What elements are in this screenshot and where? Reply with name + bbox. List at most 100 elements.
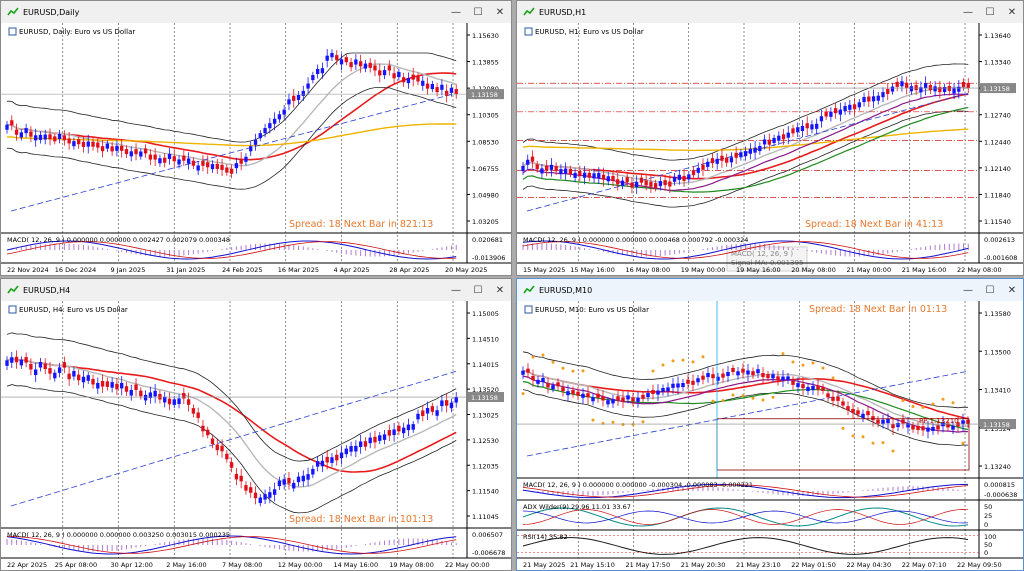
maximize-icon[interactable]: ☐ [979, 279, 1001, 301]
candle-body [630, 182, 634, 188]
time-label: 9 Jan 2025 [111, 266, 146, 274]
close-icon[interactable]: ✕ [489, 279, 511, 301]
sar-dot [781, 352, 785, 356]
candle-body [253, 139, 258, 145]
sar-dot [871, 441, 875, 445]
candle-body [91, 378, 95, 385]
candle-body [249, 487, 253, 493]
title-bar[interactable]: EURUSD,M10 — ☐ ✕ [517, 279, 1023, 302]
candle-body [449, 402, 454, 409]
candle-body [535, 164, 539, 170]
candle-body [311, 468, 315, 475]
candle-body [148, 154, 153, 160]
candle-body [96, 382, 100, 389]
candle-body [363, 63, 368, 69]
maximize-icon[interactable]: ☐ [979, 1, 1001, 23]
title-bar[interactable]: EURUSD,Daily — ☐ ✕ [1, 1, 511, 24]
price-label: 1.11840 [984, 191, 1011, 199]
price-label: 1.11045 [472, 513, 499, 521]
candle-body [601, 174, 606, 180]
candle-body [306, 83, 310, 89]
chart-window-daily[interactable]: EURUSD,Daily — ☐ ✕ 1.156301.138551.12080… [0, 0, 512, 276]
title-bar[interactable]: EURUSD,H1 — ☐ ✕ [517, 1, 1023, 24]
candle-body [806, 387, 810, 392]
candle-body [549, 164, 554, 170]
candle-body [766, 374, 770, 379]
candle-body [926, 427, 930, 432]
chart-icon [7, 285, 19, 294]
minimize-icon[interactable]: — [445, 279, 467, 301]
candle-body [320, 460, 325, 467]
time-label: 22 May 07:10 [902, 561, 947, 569]
maximize-icon[interactable]: ☐ [467, 279, 489, 301]
price-chart[interactable]: 1.150051.145101.140151.135201.130251.125… [1, 301, 511, 570]
minimize-icon[interactable]: — [957, 279, 979, 301]
sar-dot [621, 422, 625, 426]
candle-body [67, 138, 71, 144]
indicator-scale-label: 0.002613 [984, 236, 1015, 244]
candle-body [741, 368, 745, 373]
candle-body [781, 134, 786, 140]
candle-body [86, 141, 90, 147]
candle-body [19, 132, 24, 138]
chart-window-h4[interactable]: EURUSD,H4 — ☐ ✕ 1.15005 1.14510 1.14015 1.1… [0, 278, 512, 571]
time-label: 22 May 09:50 [957, 561, 1002, 569]
close-icon[interactable]: ✕ [1001, 279, 1023, 301]
price-chart[interactable]: 1.156301.138551.120801.103051.085301.067… [1, 23, 511, 275]
candle-body [710, 158, 715, 164]
title-bar[interactable]: EURUSD,H4 — ☐ ✕ [1, 279, 511, 302]
candle-body [292, 95, 296, 101]
candle-body [701, 375, 705, 380]
time-label: 12 May 00:00 [278, 561, 323, 569]
price-label: 1.11540 [472, 488, 499, 496]
indicator-label: RSI(14) 35.82 [523, 533, 568, 541]
minimize-icon[interactable]: — [445, 1, 467, 23]
candle-body [616, 179, 620, 185]
time-label: 25 Apr 08:00 [55, 561, 97, 569]
candle-body [244, 485, 248, 491]
close-icon[interactable]: ✕ [489, 1, 511, 23]
chart-window-m10[interactable]: EURUSD,M10 — ☐ ✕ 1.13580 1.13500 1.13410 1.… [516, 278, 1024, 571]
minimize-icon[interactable]: — [957, 1, 979, 23]
price-label: 1.12530 [472, 437, 499, 445]
sar-dot [861, 435, 865, 439]
candle-body [177, 398, 181, 405]
candle-body [48, 134, 52, 140]
candle-body [663, 180, 667, 186]
candle-body [378, 435, 382, 441]
candle-body [592, 173, 596, 179]
sar-dot [791, 360, 795, 364]
indicator-scale-label: -0.000638 [984, 491, 1017, 499]
candle-body [354, 59, 358, 65]
close-icon[interactable]: ✕ [1001, 1, 1023, 23]
price-chart[interactable]: 1.135801.135001.134101.133241.13240PP 1.… [517, 301, 1023, 570]
candle-body [349, 62, 353, 68]
candle-body [687, 174, 691, 180]
candle-body [344, 57, 348, 63]
time-label: 16 May 08:00 [626, 266, 671, 274]
candle-body [838, 109, 843, 115]
candle-body [947, 85, 951, 91]
candle-body [848, 104, 852, 110]
candle-body [881, 92, 885, 98]
price-label: 1.13500 [984, 348, 1011, 356]
candle-body [781, 376, 785, 381]
time-label: 20 May 08:00 [791, 266, 836, 274]
chart-window-h1[interactable]: EURUSD,H1 — ☐ ✕ 1.136401.133401.130401.1… [516, 0, 1024, 276]
candle-body [851, 408, 855, 413]
candle-body [139, 151, 143, 157]
candle-body [639, 177, 644, 183]
time-label: 22 Nov 2024 [7, 266, 49, 274]
chart-icon [523, 285, 535, 294]
candle-body [330, 53, 334, 58]
pp-label: PP 1.13210 [919, 417, 959, 425]
candle-body [225, 167, 229, 173]
candle-body [815, 123, 819, 129]
price-chart[interactable]: 1.136401.133401.130401.127401.124401.121… [517, 23, 1023, 275]
candle-body [430, 406, 434, 412]
indicator-label: MACD( 12, 26, 9 ) 0.000000 0.000000 0.00… [7, 236, 230, 244]
sar-dot [721, 399, 725, 403]
indicator-scale-label: 50 [984, 541, 992, 549]
candle-body [53, 372, 57, 379]
maximize-icon[interactable]: ☐ [467, 1, 489, 23]
